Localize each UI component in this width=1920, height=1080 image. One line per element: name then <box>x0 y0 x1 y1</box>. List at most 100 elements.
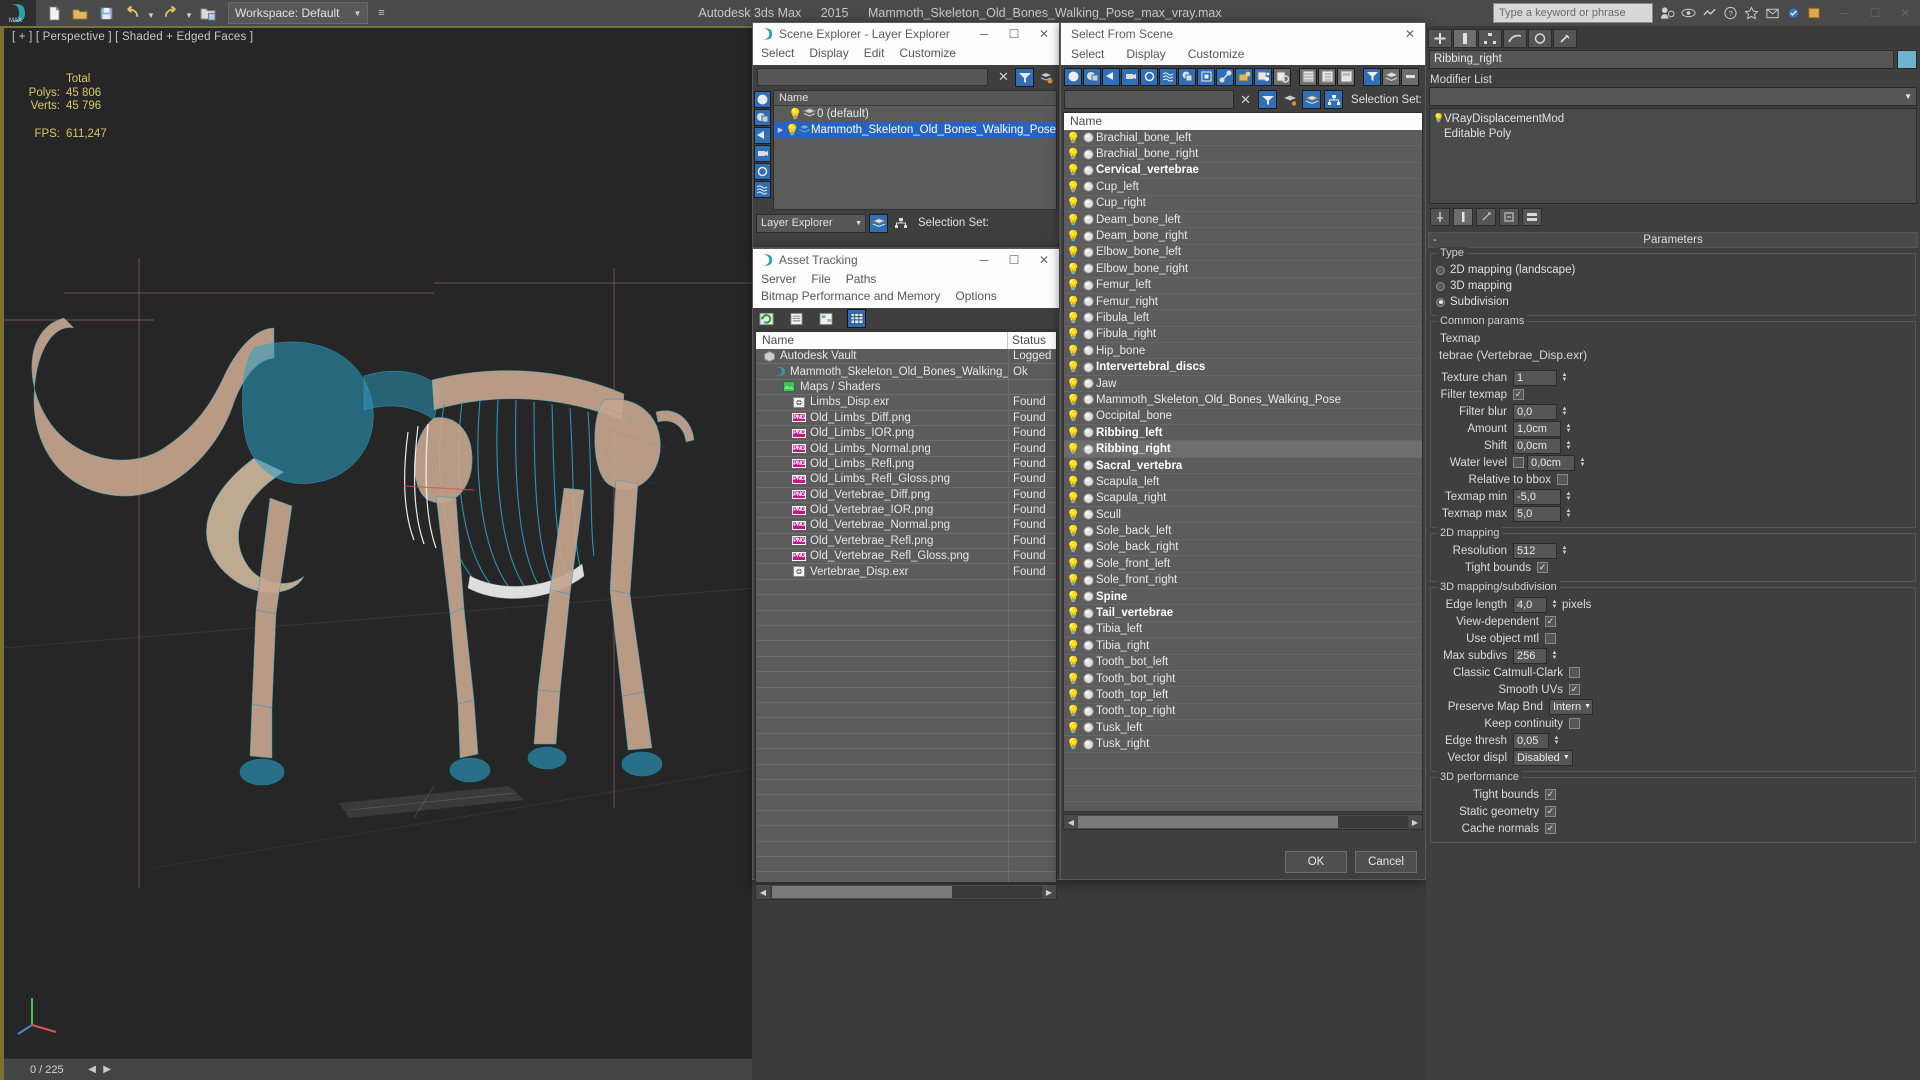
object-color-swatch[interactable] <box>1897 50 1917 69</box>
filter-shapes-icon[interactable] <box>754 109 771 126</box>
asset-tracking-hscrollbar[interactable]: ◀ ▶ <box>755 884 1057 900</box>
refresh-icon[interactable] <box>757 309 776 328</box>
asset-row[interactable]: PNG Old_Vertebrae_Refl.png Found <box>756 533 1056 550</box>
light-bulb-icon[interactable]: 💡 <box>1066 278 1081 292</box>
asset-row[interactable]: PNG Old_Vertebrae_Refl_Gloss.png Found <box>756 549 1056 565</box>
type-option-subdivision[interactable]: Subdivision <box>1436 294 1910 310</box>
menu-file[interactable]: File <box>811 271 830 288</box>
asset-col-status[interactable]: Status <box>1008 332 1056 349</box>
object-row[interactable]: 💡 Femur_right <box>1064 294 1422 311</box>
scroll-track[interactable] <box>770 886 1042 898</box>
object-row[interactable]: 💡 Tooth_bot_right <box>1064 671 1422 688</box>
menu-customize[interactable]: Customize <box>899 45 956 62</box>
asset-row[interactable]: PNG Old_Vertebrae_IOR.png Found <box>756 502 1056 519</box>
use-object-mtl-checkbox[interactable] <box>1545 633 1556 644</box>
select-from-scene-list[interactable]: Name 💡 Brachial_bone_left 💡 Brachial_bone_r… <box>1063 112 1423 812</box>
light-bulb-icon[interactable]: 💡 <box>1066 131 1081 145</box>
cancel-button[interactable]: Cancel <box>1355 851 1417 873</box>
asset-row[interactable]: PNG Old_Limbs_Diff.png Found <box>756 410 1056 426</box>
scene-explorer-close[interactable]: ✕ <box>1029 23 1059 45</box>
select-from-scene-close[interactable]: ✕ <box>1395 23 1425 45</box>
menu-options[interactable]: Options <box>955 288 996 305</box>
window-minimize-button[interactable]: ─ <box>1830 2 1860 24</box>
object-row[interactable]: 💡 Tusk_left <box>1064 720 1422 737</box>
object-row[interactable]: 💡 Brachial_bone_right <box>1064 146 1422 163</box>
filter-cameras-icon[interactable] <box>1121 67 1139 86</box>
light-bulb-icon[interactable]: 💡 <box>1066 311 1081 325</box>
show-end-result-icon[interactable] <box>1453 208 1473 226</box>
cache-normals-checkbox[interactable]: ✓ <box>1545 823 1556 834</box>
explorer-mode-combo[interactable]: Layer Explorer ▼ <box>756 213 866 233</box>
sort-filter-icon[interactable] <box>1363 67 1381 86</box>
tab-modify[interactable] <box>1453 28 1477 48</box>
texmap-min-value[interactable]: -5,0 <box>1513 488 1561 505</box>
asset-row[interactable]: Autodesk Vault Logged <box>756 349 1056 365</box>
object-row[interactable]: 💡 Scapula_right <box>1064 491 1422 507</box>
menu-select[interactable]: Select <box>761 45 794 62</box>
layer-row-default[interactable]: 💡 0 (default) <box>774 106 1056 122</box>
layer-view-toggle[interactable] <box>869 213 888 233</box>
select-from-scene-search-input[interactable] <box>1064 90 1235 109</box>
radio-icon[interactable] <box>1436 297 1445 307</box>
scroll-left-icon[interactable]: ◀ <box>1064 818 1078 827</box>
menu-display[interactable]: Display <box>1126 47 1165 61</box>
asset-tracking-minimize[interactable]: ─ <box>969 249 999 271</box>
object-row[interactable]: 💡 Mammoth_Skeleton_Old_Bones_Walking_Pose <box>1064 392 1422 409</box>
object-row[interactable]: 💡 Scapula_left <box>1064 474 1422 491</box>
object-row[interactable]: 💡 Sacral_vertebra <box>1064 458 1422 475</box>
scroll-track[interactable] <box>1078 816 1408 828</box>
modifier-stack-item-1[interactable]: Editable Poly <box>1430 126 1916 141</box>
water-level-checkbox[interactable] <box>1513 457 1524 468</box>
filter-texmap-checkbox[interactable]: ✓ <box>1513 389 1524 400</box>
window-maximize-button[interactable]: ☐ <box>1860 2 1890 24</box>
filter-cameras-icon[interactable] <box>754 145 771 162</box>
light-bulb-icon[interactable]: 💡 <box>1066 557 1081 571</box>
keep-continuity-checkbox[interactable] <box>1569 718 1580 729</box>
menu-server[interactable]: Server <box>761 271 796 288</box>
hierarchy-view-toggle[interactable] <box>1324 90 1344 109</box>
object-name-field[interactable]: Ribbing_right <box>1429 50 1894 69</box>
object-row[interactable]: 💡 Ribbing_left <box>1064 425 1422 442</box>
resolution-value[interactable]: 512 <box>1513 542 1557 559</box>
water-level-value[interactable]: 0,0cm <box>1527 454 1575 471</box>
object-row[interactable]: 💡 Elbow_bone_right <box>1064 261 1422 278</box>
light-bulb-icon[interactable]: 💡 <box>1066 491 1081 505</box>
amount-value[interactable]: 1,0cm <box>1513 420 1561 437</box>
light-bulb-icon[interactable]: 💡 <box>1066 229 1081 243</box>
edge-length-spinner[interactable]: ▲ ▼ <box>1550 597 1559 613</box>
edge-thresh-spinner[interactable]: ▲ ▼ <box>1552 733 1561 749</box>
next-frame-button[interactable]: ▶ <box>101 1064 114 1075</box>
asset-row[interactable]: PNG Old_Vertebrae_Normal.png Found <box>756 518 1056 534</box>
layer-row-mammoth[interactable]: ▶ 💡 Mammoth_Skeleton_Old_Bones_Walking_P… <box>774 122 1056 138</box>
light-bulb-icon[interactable]: 💡 <box>1066 426 1081 440</box>
filter-spacewarps-icon[interactable] <box>754 181 771 198</box>
menu-display[interactable]: Display <box>809 45 848 62</box>
object-row[interactable]: 💡 Cup_right <box>1064 196 1422 212</box>
scroll-right-icon[interactable]: ▶ <box>1042 888 1056 897</box>
radio-icon[interactable] <box>1436 265 1445 275</box>
object-row[interactable]: 💡 Fibula_left <box>1064 310 1422 327</box>
object-row[interactable]: 💡 Cervical_vertebrae <box>1064 163 1422 180</box>
object-row[interactable]: 💡 Jaw <box>1064 376 1422 393</box>
info-center-icon[interactable] <box>1762 3 1782 23</box>
layer-icon[interactable] <box>1280 90 1299 109</box>
tab-motion[interactable] <box>1503 28 1527 48</box>
scene-converter-icon[interactable] <box>1804 3 1824 23</box>
new-file-button[interactable] <box>42 2 66 24</box>
preserve-map-bnd-combo[interactable]: Intern ▼ <box>1549 698 1593 715</box>
asset-row[interactable]: Vertebrae_Disp.exr Found <box>756 564 1056 580</box>
hierarchy-view-toggle[interactable] <box>891 214 910 233</box>
collapse-all-icon[interactable] <box>1401 67 1419 86</box>
scroll-thumb[interactable] <box>1078 816 1338 828</box>
light-bulb-icon[interactable]: 💡 <box>1066 540 1081 554</box>
light-bulb-icon[interactable]: 💡 <box>1066 344 1081 358</box>
filter-spacewarps-icon[interactable] <box>1159 67 1177 86</box>
light-bulb-icon[interactable]: 💡 <box>1066 573 1081 587</box>
static-geometry-checkbox[interactable]: ✓ <box>1545 806 1556 817</box>
object-row[interactable]: 💡 Spine <box>1064 589 1422 606</box>
light-bulb-icon[interactable]: 💡 <box>1066 639 1081 653</box>
tab-utilities[interactable] <box>1553 28 1577 48</box>
object-row[interactable]: 💡 Deam_bone_right <box>1064 228 1422 245</box>
parameters-rollout-header[interactable]: - Parameters <box>1428 232 1918 248</box>
light-bulb-icon[interactable]: 💡 <box>1066 393 1081 407</box>
